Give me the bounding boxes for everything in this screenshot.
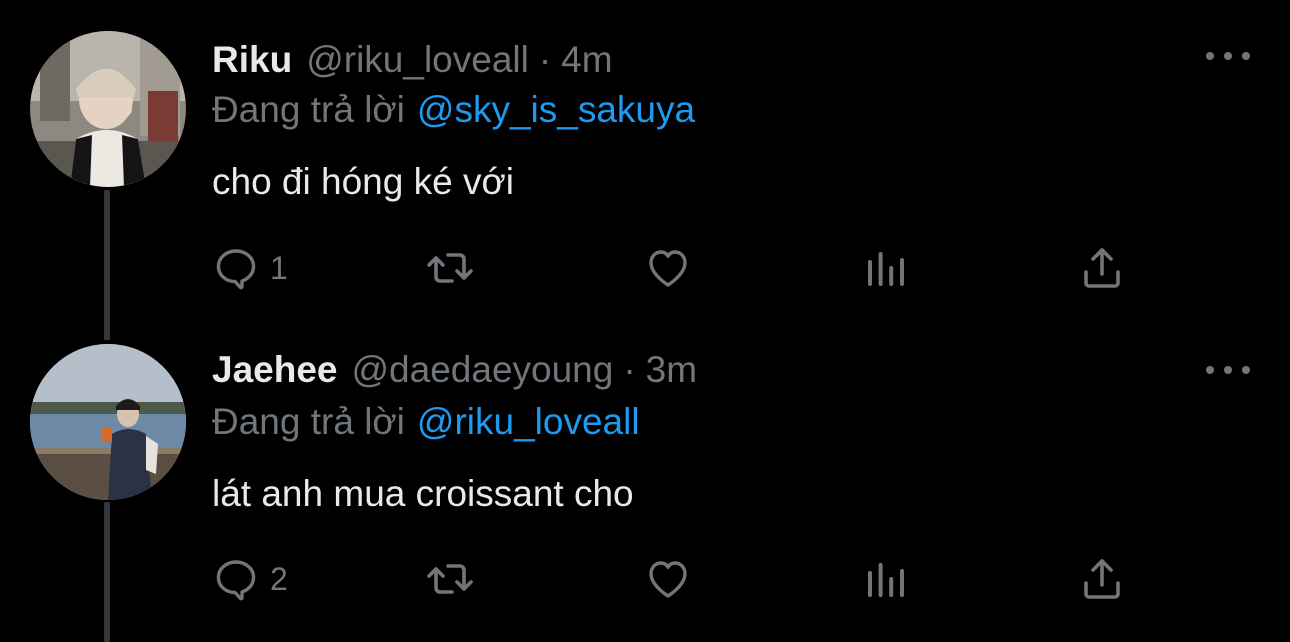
more-options-button[interactable] xyxy=(1206,44,1250,68)
like-button[interactable] xyxy=(644,555,702,603)
speech-bubble-icon xyxy=(216,560,256,601)
handle[interactable]: @riku_loveall xyxy=(306,38,529,82)
like-button[interactable] xyxy=(644,244,702,292)
action-bar: 1 xyxy=(212,244,1132,292)
retweet-arrows-icon xyxy=(427,564,473,594)
action-bar: 2 xyxy=(212,555,1132,603)
replying-to: Đang trả lời @riku_loveall xyxy=(212,400,640,444)
tweet-header: Jaehee @daedaeyoung · 3m xyxy=(212,348,697,392)
reply-count: 2 xyxy=(270,561,288,597)
retweet-arrows-icon xyxy=(427,253,473,283)
mention-link[interactable]: @riku_loveall xyxy=(417,401,640,442)
share-button[interactable] xyxy=(1078,555,1126,603)
replying-to: Đang trả lời @sky_is_sakuya xyxy=(212,88,695,132)
three-dots-icon xyxy=(1206,52,1214,60)
dot-icon xyxy=(1224,52,1232,60)
tweet-text: lát anh mua croissant cho xyxy=(212,473,634,514)
bar-chart-icon xyxy=(868,252,904,286)
speech-bubble-icon xyxy=(216,249,256,290)
reply-button[interactable]: 1 xyxy=(212,244,288,292)
three-dots-icon xyxy=(1206,366,1214,374)
replying-to-label: Đang trả lời xyxy=(212,401,405,442)
retweet-button[interactable] xyxy=(424,555,486,603)
dot-icon xyxy=(1242,366,1250,374)
display-name[interactable]: Jaehee xyxy=(212,348,338,392)
timestamp[interactable]: 4m xyxy=(561,38,612,82)
tweet-header: Riku @riku_loveall · 4m xyxy=(212,38,613,82)
retweet-button[interactable] xyxy=(424,244,486,292)
views-button[interactable] xyxy=(862,555,920,603)
timestamp[interactable]: 3m xyxy=(646,348,697,392)
replying-to-label: Đang trả lời xyxy=(212,89,405,130)
reply-button[interactable]: 2 xyxy=(212,555,288,603)
bar-chart-icon xyxy=(868,563,904,597)
mention-link[interactable]: @sky_is_sakuya xyxy=(417,89,695,130)
avatar[interactable] xyxy=(30,344,186,500)
dot-icon xyxy=(1224,366,1232,374)
tweet[interactable]: Riku @riku_loveall · 4m Đang trả lời @sky… xyxy=(0,0,1290,340)
dot-icon xyxy=(1242,52,1250,60)
upload-arrow-icon xyxy=(1084,248,1120,288)
views-button[interactable] xyxy=(862,244,920,292)
share-button[interactable] xyxy=(1078,244,1126,292)
upload-arrow-icon xyxy=(1084,559,1120,599)
thread-line xyxy=(104,502,110,642)
handle[interactable]: @daedaeyoung xyxy=(352,348,614,392)
tweet[interactable]: Jaehee @daedaeyoung · 3m Đang trả lời @ri… xyxy=(0,312,1290,642)
separator-dot: · xyxy=(623,349,636,390)
reply-count: 1 xyxy=(270,250,288,286)
heart-icon xyxy=(649,250,687,287)
avatar[interactable] xyxy=(30,31,186,187)
tweet-text: cho đi hóng ké với xyxy=(212,161,514,202)
display-name[interactable]: Riku xyxy=(212,38,292,82)
heart-icon xyxy=(649,561,687,598)
more-options-button[interactable] xyxy=(1206,358,1250,382)
separator-dot: · xyxy=(538,39,552,80)
